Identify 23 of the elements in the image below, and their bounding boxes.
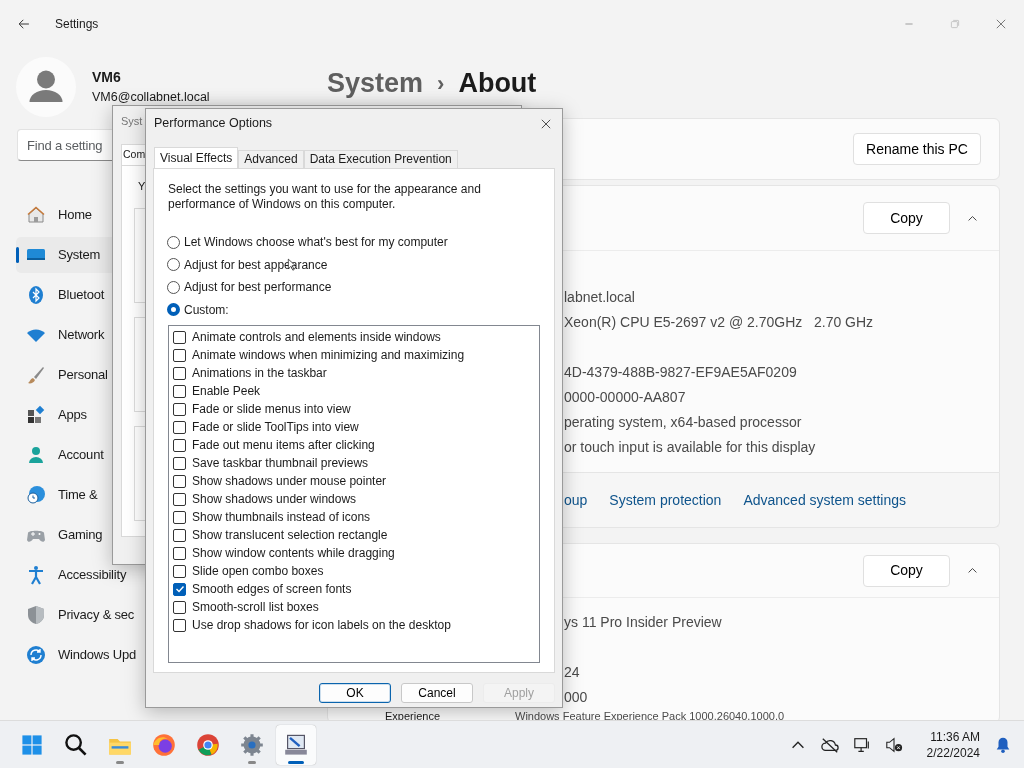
window-title: Settings: [55, 16, 99, 33]
spec-value: Windows Feature Experience Pack 1000.26040.1000.0: [515, 711, 785, 722]
description-text: Select the settings you want to use for the appearance and performance of Windows on this computer.: [168, 182, 482, 212]
spec-value: 000: [564, 688, 588, 707]
spec-value: 4D-4379-488B-9827-EF9AE5AF0209: [564, 363, 797, 382]
dialog-text: Y: [138, 178, 146, 194]
spec-value: perating system, x64-based processor: [564, 413, 802, 432]
dialog-title: Syst: [120, 114, 143, 129]
spec-value: labnet.local: [564, 288, 635, 307]
dialog-title: Performance Options: [154, 115, 273, 133]
user-email: VM6@collabnet.local: [92, 89, 210, 107]
date-text: 2/22/2024: [926, 744, 980, 761]
page-title: About: [458, 66, 537, 100]
time-text: 11:36 AM: [929, 728, 980, 745]
spec-value: or touch input is available for this display: [564, 438, 816, 457]
dialog-button: Apply: [483, 683, 555, 703]
spec-label: Experience: [385, 711, 442, 722]
user-name: VM6: [92, 68, 122, 88]
spec-value: Xeon(R) CPU E5-2697 v2 @ 2.70GHz 2.70 GHz: [564, 313, 874, 332]
spec-value: 0000-00000-AA807: [564, 388, 686, 407]
spec-value: ys 11 Pro Insider Preview: [564, 613, 722, 632]
breadcrumb-separator: ›: [437, 69, 445, 98]
spec-value: 24: [564, 663, 580, 682]
